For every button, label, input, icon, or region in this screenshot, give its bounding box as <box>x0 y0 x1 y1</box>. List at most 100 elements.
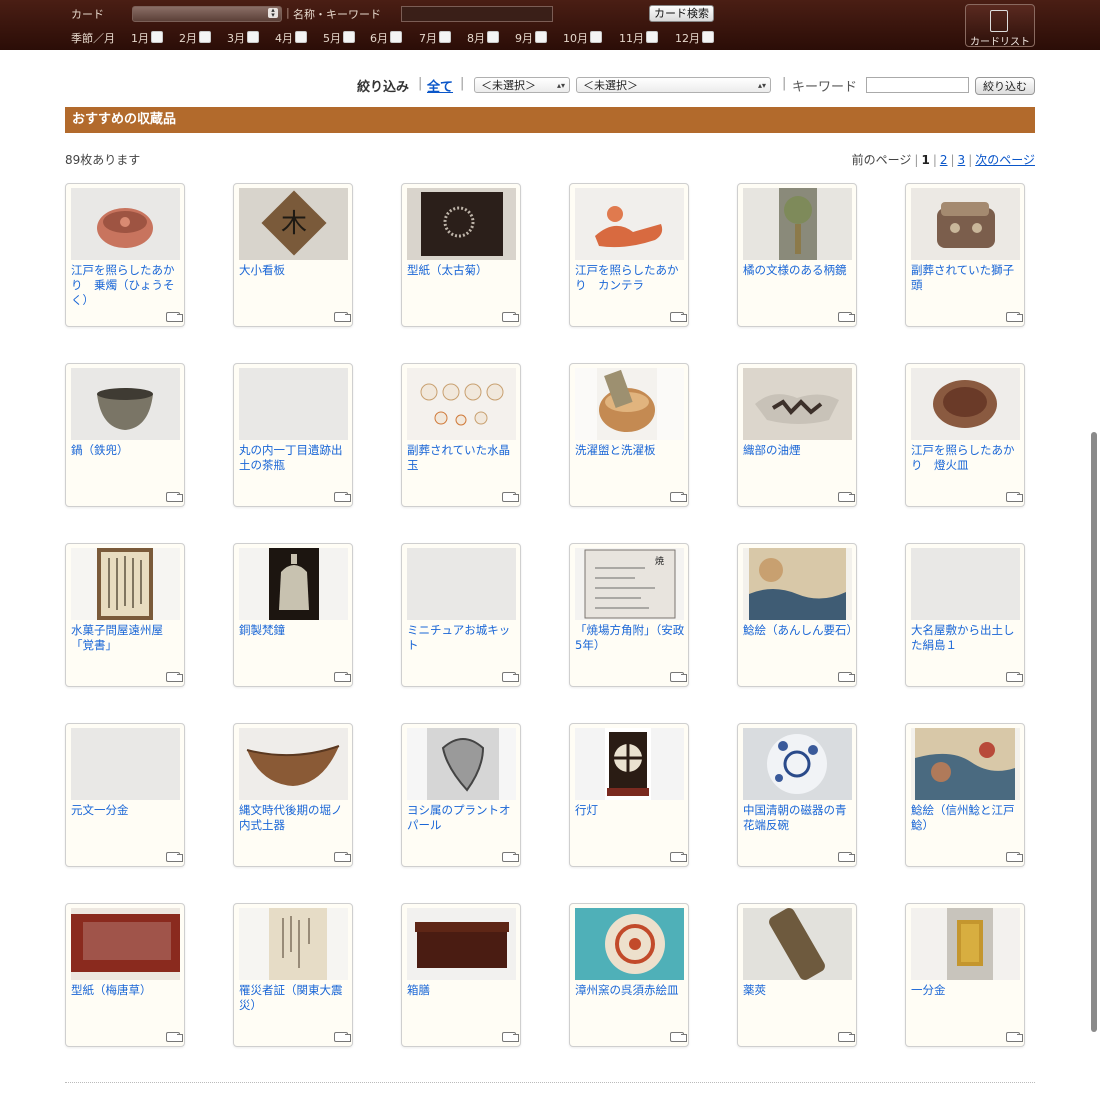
add-to-card-list-icon[interactable] <box>838 312 855 322</box>
item-title-link[interactable]: 中国清朝の磁器の青花端反碗 <box>743 803 855 833</box>
add-to-card-list-icon[interactable] <box>670 852 687 862</box>
item-title-link[interactable]: 大名屋敷から出土した絹島１ <box>911 623 1023 653</box>
card-select[interactable]: ▴ ▾ <box>132 6 282 22</box>
month-checkbox-5[interactable]: 5月 <box>323 30 355 46</box>
add-to-card-list-icon[interactable] <box>670 312 687 322</box>
filter-submit-button[interactable]: 絞り込む <box>975 77 1035 95</box>
collection-card[interactable]: 橘の文様のある柄鏡 <box>737 183 857 327</box>
month-checkbox-6[interactable]: 6月 <box>370 30 402 46</box>
collection-card[interactable]: 型紙（太古菊） <box>401 183 521 327</box>
item-thumbnail[interactable]: 木 <box>239 188 348 260</box>
checkbox[interactable] <box>590 31 602 43</box>
month-checkbox-12[interactable]: 12月 <box>675 30 714 46</box>
collection-card[interactable]: 鍋（鉄兜） <box>65 363 185 507</box>
item-title-link[interactable]: 漳州窯の呉須赤絵皿 <box>575 983 687 998</box>
add-to-card-list-icon[interactable] <box>670 492 687 502</box>
item-title-link[interactable]: 縄文時代後期の堀ノ内式土器 <box>239 803 351 833</box>
add-to-card-list-icon[interactable] <box>670 1032 687 1042</box>
month-checkbox-8[interactable]: 8月 <box>467 30 499 46</box>
checkbox[interactable] <box>646 31 658 43</box>
item-title-link[interactable]: 水菓子問屋遠州屋「覚書」 <box>71 623 183 653</box>
scrollbar[interactable] <box>1091 432 1097 1032</box>
collection-card[interactable]: 副葬されていた獅子頭 <box>905 183 1025 327</box>
item-title-link[interactable]: 銅製梵鐘 <box>239 623 351 638</box>
item-title-link[interactable]: 副葬されていた獅子頭 <box>911 263 1023 293</box>
item-thumbnail[interactable] <box>71 548 180 620</box>
item-thumbnail[interactable]: 焼 <box>575 548 684 620</box>
item-thumbnail[interactable] <box>911 728 1020 800</box>
add-to-card-list-icon[interactable] <box>838 852 855 862</box>
add-to-card-list-icon[interactable] <box>502 492 519 502</box>
add-to-card-list-icon[interactable] <box>334 1032 351 1042</box>
checkbox[interactable] <box>390 31 402 43</box>
collection-card[interactable]: 大名屋敷から出土した絹島１ <box>905 543 1025 687</box>
item-thumbnail[interactable] <box>575 368 684 440</box>
add-to-card-list-icon[interactable] <box>1006 312 1023 322</box>
item-thumbnail[interactable] <box>239 728 348 800</box>
item-thumbnail[interactable] <box>743 368 852 440</box>
name-keyword-input[interactable] <box>401 6 553 22</box>
month-checkbox-4[interactable]: 4月 <box>275 30 307 46</box>
add-to-card-list-icon[interactable] <box>838 672 855 682</box>
month-checkbox-3[interactable]: 3月 <box>227 30 259 46</box>
add-to-card-list-icon[interactable] <box>166 312 183 322</box>
add-to-card-list-icon[interactable] <box>166 492 183 502</box>
page-2-link[interactable]: 2 <box>940 153 948 167</box>
month-checkbox-7[interactable]: 7月 <box>419 30 451 46</box>
item-title-link[interactable]: 型紙（太古菊） <box>407 263 519 278</box>
item-thumbnail[interactable] <box>239 368 348 440</box>
month-checkbox-1[interactable]: 1月 <box>131 30 163 46</box>
card-search-button[interactable]: カード検索 <box>649 5 714 22</box>
collection-card[interactable]: 薬莢 <box>737 903 857 1047</box>
collection-card[interactable]: 洗濯盥と洗濯板 <box>569 363 689 507</box>
checkbox[interactable] <box>199 31 211 43</box>
filter-select-category[interactable]: ＜未選択＞ ▴▾ <box>474 77 570 93</box>
item-title-link[interactable]: 薬莢 <box>743 983 855 998</box>
checkbox[interactable] <box>487 31 499 43</box>
item-title-link[interactable]: 大小看板 <box>239 263 351 278</box>
collection-card[interactable]: 行灯 <box>569 723 689 867</box>
item-thumbnail[interactable] <box>71 728 180 800</box>
add-to-card-list-icon[interactable] <box>502 672 519 682</box>
month-checkbox-11[interactable]: 11月 <box>619 30 658 46</box>
collection-card[interactable]: ヨシ属のプラントオパール <box>401 723 521 867</box>
filter-select-subcategory[interactable]: ＜未選択＞ ▴▾ <box>576 77 771 93</box>
item-title-link[interactable]: 洗濯盥と洗濯板 <box>575 443 687 458</box>
checkbox[interactable] <box>702 31 714 43</box>
item-thumbnail[interactable] <box>575 728 684 800</box>
keyword-input[interactable] <box>866 77 969 93</box>
collection-card[interactable]: 元文一分金 <box>65 723 185 867</box>
add-to-card-list-icon[interactable] <box>1006 672 1023 682</box>
item-thumbnail[interactable] <box>743 728 852 800</box>
item-thumbnail[interactable] <box>911 368 1020 440</box>
item-thumbnail[interactable] <box>239 908 348 980</box>
item-thumbnail[interactable] <box>743 908 852 980</box>
checkbox[interactable] <box>295 31 307 43</box>
item-title-link[interactable]: 江戸を照らしたあかり 燈火皿 <box>911 443 1023 473</box>
checkbox[interactable] <box>535 31 547 43</box>
collection-card[interactable]: 江戸を照らしたあかり 乗燭（ひょうそく） <box>65 183 185 327</box>
month-checkbox-10[interactable]: 10月 <box>563 30 602 46</box>
item-thumbnail[interactable] <box>407 548 516 620</box>
month-checkbox-2[interactable]: 2月 <box>179 30 211 46</box>
collection-card[interactable]: 銅製梵鐘 <box>233 543 353 687</box>
add-to-card-list-icon[interactable] <box>334 492 351 502</box>
checkbox[interactable] <box>247 31 259 43</box>
add-to-card-list-icon[interactable] <box>1006 492 1023 502</box>
item-thumbnail[interactable] <box>743 188 852 260</box>
item-title-link[interactable]: 江戸を照らしたあかり 乗燭（ひょうそく） <box>71 263 183 308</box>
item-thumbnail[interactable] <box>407 908 516 980</box>
add-to-card-list-icon[interactable] <box>166 852 183 862</box>
checkbox[interactable] <box>151 31 163 43</box>
filter-all-link[interactable]: 全て <box>427 76 453 95</box>
collection-card[interactable]: 鯰絵（あんしん要石） <box>737 543 858 687</box>
collection-card[interactable]: 中国清朝の磁器の青花端反碗 <box>737 723 857 867</box>
item-title-link[interactable]: 行灯 <box>575 803 687 818</box>
item-thumbnail[interactable] <box>71 908 180 980</box>
collection-card[interactable]: 水菓子問屋遠州屋「覚書」 <box>65 543 185 687</box>
add-to-card-list-icon[interactable] <box>166 672 183 682</box>
checkbox[interactable] <box>343 31 355 43</box>
collection-card[interactable]: 江戸を照らしたあかり 燈火皿 <box>905 363 1025 507</box>
month-checkbox-9[interactable]: 9月 <box>515 30 547 46</box>
add-to-card-list-icon[interactable] <box>334 852 351 862</box>
